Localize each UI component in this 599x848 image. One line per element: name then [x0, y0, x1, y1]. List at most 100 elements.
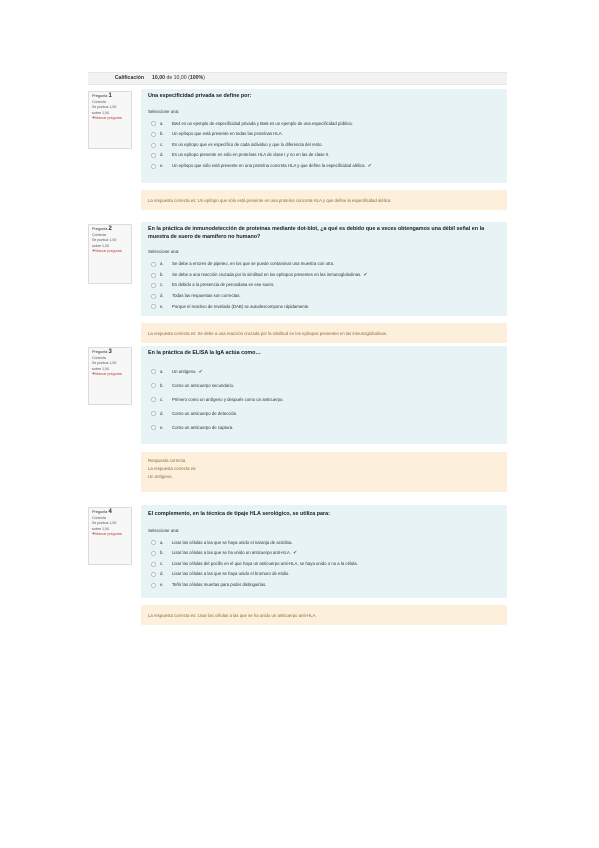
question-label: Pregunta [92, 94, 108, 98]
grade-percent: 100% [189, 75, 204, 81]
answer-list: a. Bw4 es un ejemplo de especificidad pri… [148, 119, 500, 172]
flag-question-link[interactable]: Marcar pregunta [92, 372, 128, 378]
feedback-result: Respuesta correcta [148, 458, 186, 463]
answer-option[interactable]: a. Un antígeno. ✔ [148, 365, 500, 379]
answer-text: Como un anticuerpo de detección. [172, 410, 238, 416]
question-label: Pregunta [92, 510, 108, 514]
answer-text: Es debido a la presencia de peroxidasa e… [172, 282, 275, 288]
question-content: En la práctica de ELISA la IgA actúa com… [141, 346, 507, 444]
question-content: En la práctica de inmunodetección de pro… [141, 222, 507, 316]
flag-question-link[interactable]: Marcar pregunta [92, 249, 128, 255]
grade-of-text: de 10,00 ( [166, 75, 190, 81]
question-number: 1 [108, 93, 112, 99]
radio-button[interactable] [151, 572, 156, 578]
radio-button[interactable] [151, 131, 156, 137]
answer-option[interactable]: e. Teñir las células muertas para poder d… [148, 580, 500, 591]
radio-button[interactable] [151, 550, 156, 556]
check-icon: ✔ [292, 550, 298, 557]
select-prompt: Seleccione una: [148, 108, 180, 114]
question-info: Pregunta 1 Correcta Se puntúa 1,00 sobre… [88, 91, 132, 149]
question-text: Una especificidad privada se define por: [148, 93, 252, 99]
feedback-text: La respuesta correcta es: [148, 466, 197, 471]
answer-option[interactable]: a. Bw4 es un ejemplo de especificidad pri… [148, 119, 500, 130]
flag-question-link[interactable]: Marcar pregunta [92, 532, 128, 538]
answer-option[interactable]: d. Todas las respuestas son correctas. [148, 291, 500, 302]
answer-text: Como un anticuerpo secundario. [172, 382, 235, 388]
question-number: 3 [108, 349, 112, 355]
answer-option[interactable]: c. Lisar las células del pocillo en el qu… [148, 559, 500, 570]
answer-text: Es un epítopo que es específico de cada … [172, 141, 323, 147]
answer-option[interactable]: c. Es un epítopo que es específico de cad… [148, 140, 500, 151]
radio-button[interactable] [151, 540, 156, 546]
radio-button[interactable] [151, 582, 156, 588]
question-text: El complemento, en la técnica de tipaje … [148, 511, 330, 517]
check-icon: ✔ [198, 368, 203, 375]
question-text: En la práctica de ELISA la IgA actúa com… [148, 350, 261, 356]
feedback-text: La respuesta correcta es: Se debe a una … [148, 330, 388, 336]
feedback-text: La respuesta correcta es: Lisar las célu… [148, 612, 317, 618]
answer-text: Primero como un antígeno y después como … [172, 396, 284, 402]
flag-question-link[interactable]: Marcar pregunta [92, 116, 128, 122]
answer-option[interactable]: b. Un epítopo que está presente en todas … [148, 129, 500, 140]
grade-score: 10,00 [152, 75, 165, 81]
radio-button[interactable] [151, 293, 156, 299]
radio-button[interactable] [151, 142, 156, 148]
answer-list: a. Se debe a errores de pipeteo, en los q… [148, 259, 500, 312]
question-label: Pregunta [92, 350, 108, 354]
select-prompt: Seleccione una: [148, 249, 180, 255]
answer-text: Como un anticuerpo de captura. [172, 424, 234, 430]
question-label: Pregunta [92, 227, 108, 231]
radio-button[interactable] [151, 121, 156, 127]
answer-text: Teñir las células muertas para poder dis… [172, 581, 267, 587]
answer-text: Bw4 es un ejemplo de especificidad priva… [172, 120, 353, 126]
radio-button[interactable] [151, 425, 156, 431]
question-content: Una especificidad privada se define por:… [141, 89, 507, 183]
grade-label: Calificación [114, 75, 144, 81]
answer-option[interactable]: e. Un epítopo que sólo está presente en u… [148, 161, 500, 172]
answer-option[interactable]: e. Como un anticuerpo de captura. [148, 421, 500, 435]
radio-button[interactable] [151, 153, 156, 159]
question-info: Pregunta 4 Correcta Se puntúa 1,00 sobre… [88, 507, 132, 565]
radio-button[interactable] [151, 272, 156, 278]
radio-button[interactable] [151, 369, 156, 375]
answer-option[interactable]: d. Como un anticuerpo de detección. [148, 407, 500, 421]
feedback-text: La respuesta correcta es: Un epítopo que… [148, 197, 392, 203]
question-content: El complemento, en la técnica de tipaje … [141, 505, 507, 598]
answer-option[interactable]: a. Se debe a errores de pipeteo, en los q… [148, 259, 500, 270]
radio-button[interactable] [151, 383, 156, 389]
answer-option[interactable]: c. Es debido a la presencia de peroxidasa… [148, 280, 500, 291]
answer-text: Un epítopo que sólo está presente en una… [172, 162, 366, 168]
answer-text: Lisar las células a las que se haya unid… [172, 539, 293, 545]
answer-text: Porque el reactivo de revelado (DAB) se … [172, 303, 310, 309]
answer-option[interactable]: b. Lisar las células a las que se ha unid… [148, 548, 500, 559]
answer-text: Lisar las células a las que se ha unido … [172, 550, 291, 556]
answer-option[interactable]: c. Primero como un antígeno y después com… [148, 393, 500, 407]
radio-button[interactable] [151, 261, 156, 267]
answer-text: Se debe a una reacción cruzada por la si… [172, 271, 362, 277]
grade-summary: Calificación 10,00 de 10,00 (100%) [88, 72, 507, 85]
answer-text: Lisar las células del pocillo en el que … [172, 560, 358, 566]
answer-text: Es un epítopo presente en sólo en proteí… [172, 152, 330, 158]
select-prompt: Seleccione una: [148, 527, 180, 533]
answer-option[interactable]: b. Como un anticuerpo secundario. [148, 379, 500, 393]
answer-option[interactable]: d. Lisar las células a las que se haya un… [148, 569, 500, 580]
question-number: 4 [108, 509, 112, 515]
question-info: Pregunta 2 Correcta Se puntúa 1,00 sobre… [88, 224, 132, 284]
check-icon: ✔ [367, 162, 372, 169]
question-info: Pregunta 3 Correcta Se puntúa 1,00 sobre… [88, 347, 132, 405]
radio-button[interactable] [151, 304, 156, 310]
answer-text: Un epítopo que está presente en todas la… [172, 131, 283, 137]
radio-button[interactable] [151, 283, 156, 289]
answer-option[interactable]: e. Porque el reactivo de revelado (DAB) s… [148, 302, 500, 313]
answer-option[interactable]: b. Se debe a una reacción cruzada por la … [148, 270, 500, 281]
feedback-box: La respuesta correcta es: Se debe a una … [141, 323, 507, 343]
radio-button[interactable] [151, 163, 156, 169]
radio-button[interactable] [151, 411, 156, 417]
radio-button[interactable] [151, 397, 156, 403]
answer-text: Un antígeno. [172, 368, 197, 374]
answer-option[interactable]: a. Lisar las células a las que se haya un… [148, 538, 500, 549]
answer-list: a. Lisar las células a las que se haya un… [148, 538, 500, 591]
answer-option[interactable]: d. Es un epítopo presente en sólo en prot… [148, 150, 500, 161]
grade-value: 10,00 de 10,00 (100%) [152, 75, 205, 81]
radio-button[interactable] [151, 561, 156, 567]
